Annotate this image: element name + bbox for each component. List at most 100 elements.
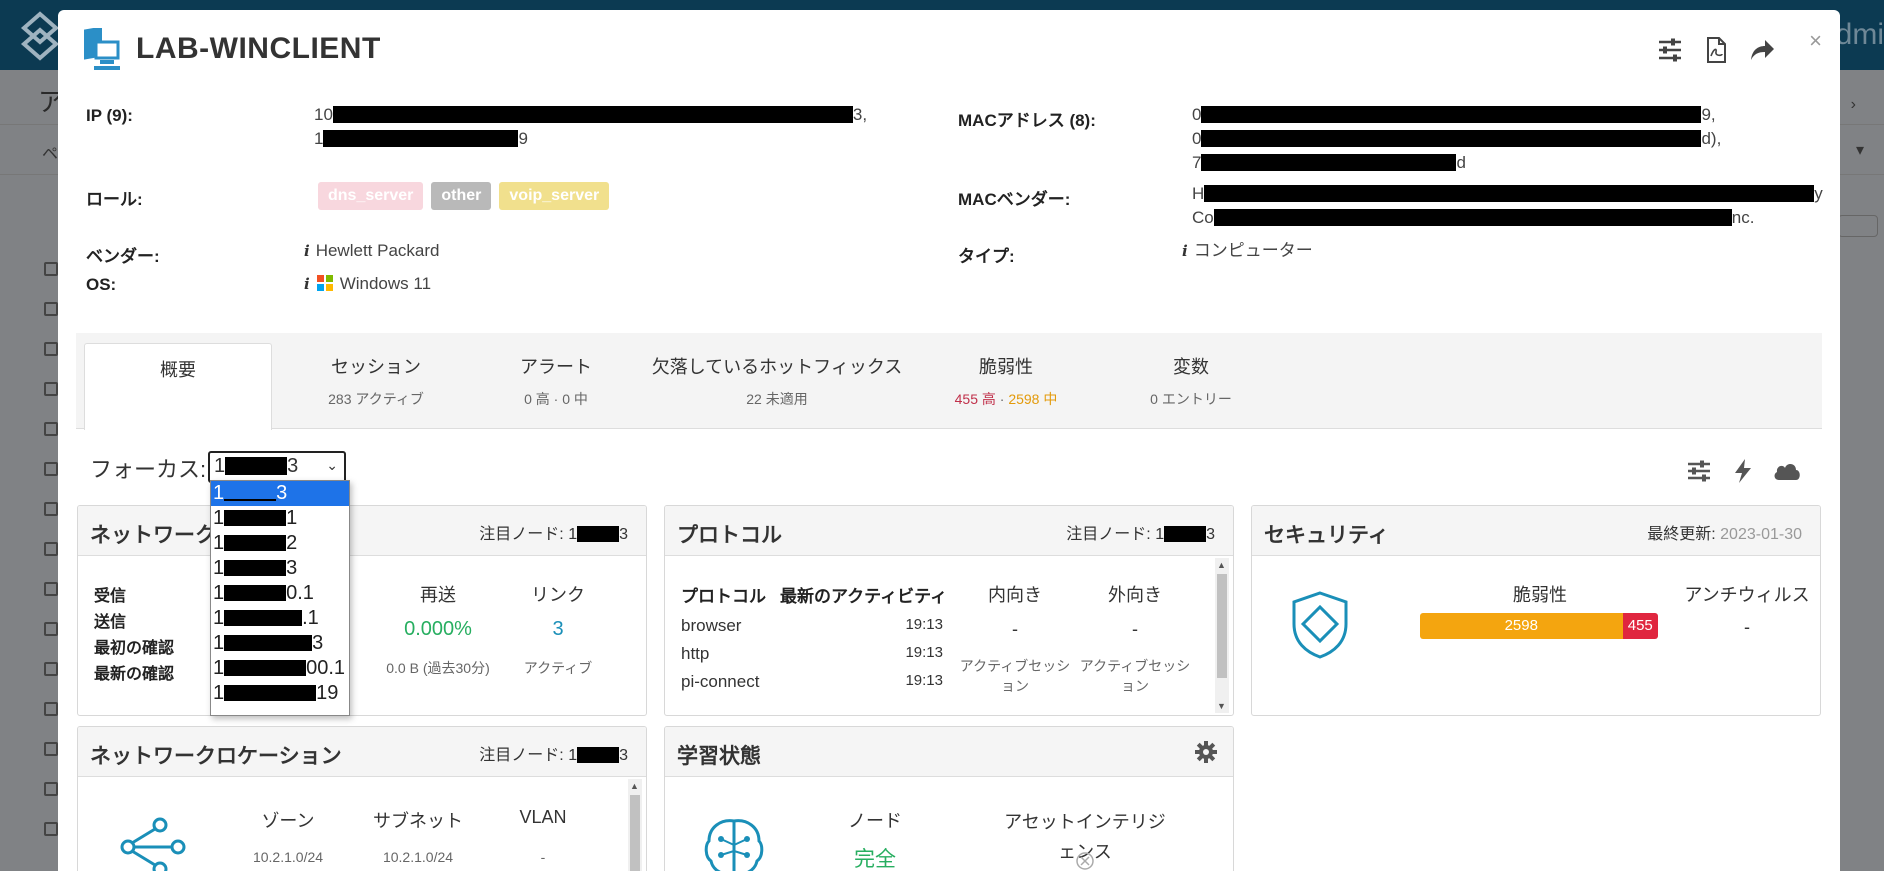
settings-sliders-icon[interactable] [1656, 36, 1684, 64]
protocol-row[interactable]: http 19:13 [681, 644, 943, 664]
focus-option[interactable]: 13 [211, 631, 349, 656]
zone-value: 10.2.1.0/24 [252, 849, 324, 865]
tab-variables-label: 変数 [1173, 357, 1209, 377]
tab-vulnerabilities-sub: 455 高 · 2598 中 [926, 389, 1086, 409]
protocol-row[interactable]: browser 19:13 [681, 616, 943, 636]
focus-option[interactable]: 13 [211, 556, 349, 581]
focus-option[interactable]: 11 [211, 506, 349, 531]
outbound-header: 外向き [1108, 585, 1162, 605]
computer-asset-icon [84, 28, 120, 70]
filter-sliders-icon[interactable] [1686, 458, 1712, 484]
zone-header: ゾーン [261, 811, 315, 831]
share-icon[interactable] [1748, 36, 1776, 64]
security-card-title: セキュリティ [1264, 524, 1389, 547]
tab-vulnerabilities[interactable]: 脆弱性 455 高 · 2598 中 [926, 353, 1086, 409]
focus-option[interactable]: 1 00.1 [211, 656, 349, 681]
tab-overview-label: 概要 [160, 360, 196, 380]
focus-option[interactable]: 12 [211, 531, 349, 556]
scroll-thumb[interactable] [1217, 574, 1227, 678]
received-label: 受信 [94, 588, 127, 605]
pdf-export-icon[interactable] [1702, 36, 1730, 64]
ip-line1-end: 3, [852, 105, 868, 124]
background-checkbox [44, 422, 58, 436]
focus-select[interactable]: 1 3 ⌄ [208, 451, 346, 483]
background-checkbox [44, 742, 58, 756]
retransmission-sub: 0.0 B (過去30分) [386, 660, 490, 676]
mac-line3-start: 7 [1192, 153, 1202, 172]
vuln-medium-count: 2598 中 [1008, 391, 1058, 407]
location-scrollbar[interactable]: ▲ [628, 779, 642, 871]
scroll-thumb[interactable] [630, 795, 640, 871]
background-checkbox [44, 342, 58, 356]
background-checkbox [44, 502, 58, 516]
role-badge-dns-server: dns_server [318, 182, 424, 210]
network-card: ネットワーク 注目ノード: 13 受信 送信 最初の確認 最新の確認 再送 0.… [77, 505, 647, 716]
mac-address-value: 0 9, 0 d), 7 d [1192, 103, 1832, 175]
tab-variables-sub: 0 エントリー [1150, 391, 1232, 407]
background-checkbox [44, 302, 58, 316]
focus-option[interactable]: 1.1 [211, 606, 349, 631]
tab-sessions[interactable]: セッション 283 アクティブ [286, 353, 466, 409]
vendor-value: i Hewlett Packard [304, 239, 439, 263]
outbound-value: - [1132, 619, 1138, 639]
mac-line1-end: 9, [1701, 105, 1716, 124]
latest-activity-column-header: 最新のアクティビティ [780, 587, 948, 606]
ip-line2-end: 9 [518, 129, 528, 148]
tab-overview[interactable]: 概要 [84, 343, 272, 430]
link-sub: アクティブ [523, 660, 593, 676]
redaction-block [1201, 154, 1457, 171]
mac-line1-start: 0 [1192, 105, 1202, 124]
tab-alerts[interactable]: アラート 0 高 · 0 中 [476, 353, 636, 409]
focus-option[interactable]: 1 0.1 [211, 581, 349, 606]
protocol-card-header: プロトコル 注目ノード: 13 [665, 506, 1233, 556]
tab-missing-hotfixes[interactable]: 欠落しているホットフィックス 22 未適用 [642, 353, 912, 409]
info-icon[interactable]: i [304, 272, 310, 296]
background-checkbox [44, 542, 58, 556]
subnet-value: 10.2.1.0/24 [382, 849, 454, 865]
vulnerability-bar[interactable]: 2598 455 [1420, 613, 1658, 639]
tab-alerts-sub: 0 高 · 0 中 [524, 391, 588, 407]
inbound-sub: アクティブセッシ ョン [959, 658, 1071, 694]
redaction-block [1201, 106, 1702, 123]
protocol-row[interactable]: pi-connect 19:13 [681, 672, 943, 692]
background-checkbox [44, 582, 58, 596]
gear-icon[interactable] [1195, 741, 1217, 763]
scroll-down-icon[interactable]: ▼ [1217, 701, 1226, 711]
protocol-card: プロトコル 注目ノード: 13 プロトコル 最新のアクティビティ browser… [664, 505, 1234, 716]
close-circle-icon [1076, 852, 1094, 870]
focus-option[interactable]: 1 19 [211, 681, 349, 706]
cloud-icon[interactable] [1772, 458, 1802, 484]
node-learning-value: 完全 [854, 848, 896, 871]
type-name: コンピューター [1193, 241, 1313, 260]
ip-line2-start: 1 [314, 129, 324, 148]
vlan-header: VLAN [519, 807, 567, 827]
learning-status-card-title: 学習状態 [677, 745, 761, 768]
os-label: OS: [86, 275, 117, 294]
scroll-up-icon[interactable]: ▲ [630, 781, 639, 791]
tab-alerts-label: アラート [520, 357, 592, 377]
background-subtitle: ペ [42, 146, 59, 163]
security-card-header: セキュリティ 最終更新: 2023-01-30 [1252, 506, 1820, 556]
last-seen-label: 最新の確認 [94, 666, 175, 683]
mac-vendor-label: MACベンダー: [958, 190, 1071, 209]
info-icon[interactable]: i [304, 239, 310, 263]
sent-label: 送信 [94, 614, 127, 631]
close-icon[interactable]: × [1809, 28, 1822, 54]
subnet-header: サブネット [373, 811, 463, 831]
protocol-scrollbar[interactable]: ▲ ▼ [1215, 558, 1229, 713]
focus-selected-start: 1 [214, 455, 226, 477]
role-badges: dns_server other voip_server [318, 182, 617, 210]
focus-option[interactable]: 13 [211, 481, 349, 506]
info-icon[interactable]: i [1182, 239, 1188, 263]
app-logo-icon [20, 11, 60, 61]
mac-line3-end: d [1456, 153, 1466, 172]
inbound-header: 内向き [988, 585, 1042, 605]
focus-label: フォーカス: [90, 457, 207, 482]
tab-sessions-sub: 283 アクティブ [328, 391, 424, 407]
tab-variables[interactable]: 変数 0 エントリー [1116, 353, 1266, 409]
ip-line1-start: 10 [314, 105, 333, 124]
lightning-icon[interactable] [1730, 458, 1756, 484]
redaction-block [1204, 185, 1815, 202]
inbound-value: - [1012, 619, 1018, 639]
scroll-up-icon[interactable]: ▲ [1217, 560, 1226, 570]
